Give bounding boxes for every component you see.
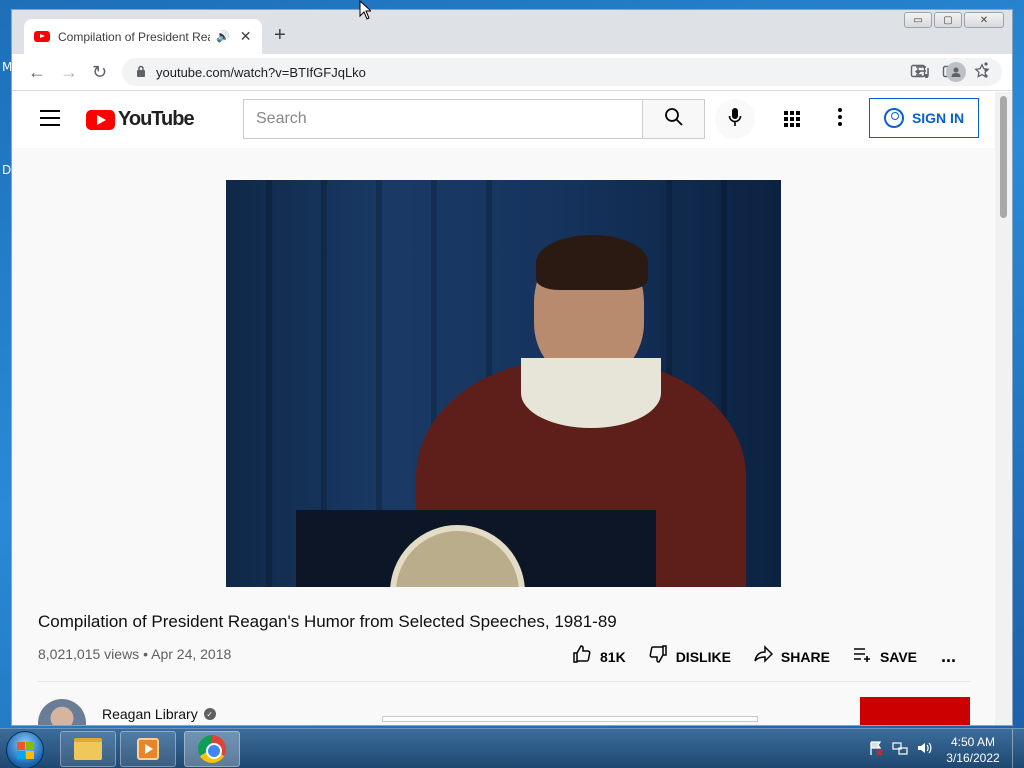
forward-button[interactable]: → [60,62,78,83]
chrome-icon [198,735,226,763]
video-player[interactable] [226,180,781,587]
taskbar-media-player-button[interactable] [120,731,176,767]
network-icon[interactable] [892,740,908,759]
taskbar-chrome-button[interactable] [184,731,240,767]
dislike-label: DISLIKE [675,648,731,665]
system-tray [868,740,932,759]
title-bar: Compilation of President Rea 🔊 ✕ + ▭ ▢ ✕ [12,10,1012,54]
thumbs-up-icon [572,644,592,669]
search-button[interactable] [642,99,705,139]
share-arrow-icon [753,644,773,669]
maximize-button[interactable]: ▢ [934,12,962,28]
playlist-add-icon [852,644,872,669]
scroll-thumb[interactable] [1000,96,1007,218]
like-count: 81K [600,648,626,665]
share-button[interactable]: SHARE [753,644,830,669]
guide-menu-icon[interactable] [40,110,60,131]
divider [38,681,970,682]
address-bar[interactable]: youtube.com/watch?v=BTIfGFJqLko [122,58,1002,86]
system-clock[interactable]: 4:50 AM 3/16/2022 [938,734,1008,766]
desktop-icon-label: D [2,163,12,177]
browser-window: Compilation of President Rea 🔊 ✕ + ▭ ▢ ✕… [11,9,1013,726]
back-button[interactable]: ← [28,62,46,83]
browser-menu-icon[interactable] [984,62,988,78]
channel-info: Reagan Library ✓ [102,706,216,722]
share-label: SHARE [780,648,830,665]
media-player-icon [137,738,159,760]
dislike-button[interactable]: DISLIKE [648,644,731,669]
reload-button[interactable]: ↻ [92,62,107,83]
media-controls-icon[interactable] [915,64,931,85]
youtube-page: YouTube Search SIGN IN Compilation of Pr… [12,92,996,725]
youtube-masthead: YouTube Search SIGN IN [12,92,996,148]
youtube-logo[interactable]: YouTube [86,108,195,131]
browser-tab[interactable]: Compilation of President Rea 🔊 ✕ [24,19,262,54]
minimize-button[interactable]: ▭ [904,12,932,28]
taskbar-explorer-button[interactable] [60,731,116,767]
youtube-logo-text: YouTube [118,108,195,130]
show-desktop-button[interactable] [1012,729,1024,768]
search-input[interactable]: Search [243,99,642,139]
youtube-play-icon [86,109,115,130]
sign-in-label: SIGN IN [911,110,965,126]
start-button[interactable] [6,731,44,768]
microphone-icon [728,107,742,132]
window-controls: ▭ ▢ ✕ [904,12,1004,28]
lock-icon[interactable] [136,65,146,80]
like-button[interactable]: 81K [572,644,626,669]
view-count: 8,021,015 views [38,646,140,662]
profile-avatar-icon[interactable] [946,62,966,82]
voice-search-button[interactable] [715,99,755,139]
video-title: Compilation of President Reagan's Humor … [38,612,617,631]
folder-icon [74,738,102,760]
horizontal-scrollbar[interactable] [382,716,758,722]
action-center-flag-icon[interactable] [868,740,884,759]
channel-avatar[interactable] [38,699,86,725]
apps-grid-icon[interactable] [784,111,800,127]
speaker-icon[interactable]: 🔊 [216,30,230,43]
video-actions: 81K DISLIKE SHARE SAVE ... [572,644,956,669]
search-icon [664,107,684,132]
windows-logo-icon [16,741,34,759]
clock-time: 4:50 AM [950,735,996,749]
subscribe-label: SUBSCRIBE [874,717,956,725]
tab-close-icon[interactable]: ✕ [240,28,252,45]
mouse-cursor-icon [359,0,373,25]
save-label: SAVE [879,648,918,665]
youtube-favicon-icon [34,31,50,42]
windows-taskbar: 4:50 AM 3/16/2022 [0,728,1024,768]
channel-name-link[interactable]: Reagan Library [102,706,198,722]
tab-title: Compilation of President Rea [58,29,210,44]
subscribe-button[interactable]: SUBSCRIBE [860,697,970,725]
volume-icon[interactable] [916,740,932,759]
more-actions-button[interactable]: ... [941,646,956,667]
url-text[interactable]: youtube.com/watch?v=BTIfGFJqLko [156,65,366,80]
meta-separator: • [143,646,148,662]
save-button[interactable]: SAVE [852,644,917,669]
user-account-icon [883,108,904,128]
upload-date: Apr 24, 2018 [151,646,232,662]
new-tab-button[interactable]: + [274,24,286,47]
thumbs-down-icon [648,644,668,669]
settings-more-icon[interactable] [838,108,842,126]
clock-date: 3/16/2022 [946,751,1000,765]
browser-toolbar: ← → ↻ youtube.com/watch?v=BTIfGFJqLko [12,54,1012,91]
verified-badge-icon: ✓ [203,708,216,720]
close-window-button[interactable]: ✕ [964,12,1004,28]
vertical-scrollbar[interactable] [995,92,1012,725]
video-meta: 8,021,015 views • Apr 24, 2018 [38,646,231,662]
sign-in-button[interactable]: SIGN IN [869,98,979,138]
